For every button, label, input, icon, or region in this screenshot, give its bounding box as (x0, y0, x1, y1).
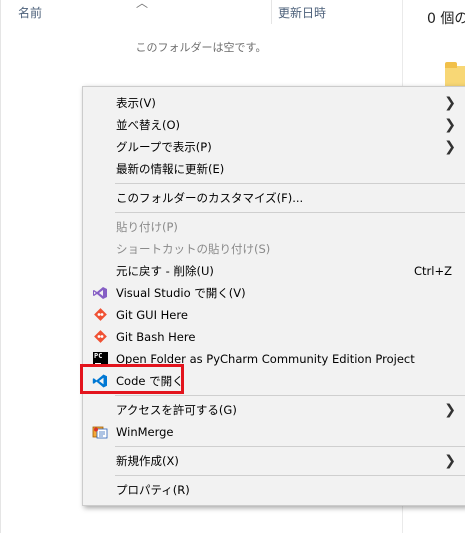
winmerge-icon (92, 426, 108, 439)
window-edge (0, 0, 1, 533)
menu-item-label: ショートカットの貼り付け(S) (116, 242, 271, 256)
menu-separator (115, 446, 465, 447)
menu-item-give-access[interactable]: アクセスを許可する(G) ❯ (83, 399, 465, 421)
visual-studio-icon (93, 287, 107, 299)
menu-separator (115, 395, 465, 396)
chevron-right-icon: ❯ (444, 139, 456, 155)
context-menu: 表示(V) ❯ 並べ替え(O) ❯ グループで表示(P) ❯ 最新の情報に更新(… (82, 86, 465, 506)
column-divider[interactable] (271, 0, 272, 24)
menu-item-git-bash[interactable]: Git Bash Here (83, 326, 465, 348)
menu-item-label: Visual Studio で開く(V) (116, 286, 246, 300)
menu-item-properties[interactable]: プロパティ(R) (83, 479, 465, 501)
menu-item-customize-folder[interactable]: このフォルダーのカスタマイズ(F)... (83, 187, 465, 209)
column-date-header[interactable]: 更新日時 (278, 4, 326, 21)
menu-item-new[interactable]: 新規作成(X) ❯ (83, 450, 465, 472)
menu-item-label: このフォルダーのカスタマイズ(F)... (116, 191, 304, 205)
menu-item-label: WinMerge (116, 425, 174, 439)
chevron-right-icon: ❯ (444, 402, 456, 418)
folder-icon (445, 62, 465, 88)
menu-item-view[interactable]: 表示(V) ❯ (83, 92, 465, 114)
menu-separator (115, 475, 465, 476)
sort-arrow-icon: ︿ (136, 0, 149, 10)
empty-folder-message: このフォルダーは空です。 (135, 41, 267, 54)
menu-item-label: プロパティ(R) (116, 483, 190, 497)
menu-item-label: 元に戻す - 削除(U) (116, 264, 214, 278)
git-icon (94, 330, 107, 343)
menu-item-paste[interactable]: 貼り付け(P) (83, 216, 465, 238)
column-name-header[interactable]: 名前 (18, 4, 42, 21)
chevron-right-icon: ❯ (444, 95, 456, 111)
menu-item-winmerge[interactable]: WinMerge (83, 421, 465, 443)
menu-item-paste-shortcut[interactable]: ショートカットの貼り付け(S) (83, 238, 465, 260)
menu-item-undo-delete[interactable]: 元に戻す - 削除(U) Ctrl+Z (83, 260, 465, 282)
menu-item-label: 新規作成(X) (116, 454, 179, 468)
menu-item-label: アクセスを許可する(G) (116, 403, 237, 417)
chevron-right-icon: ❯ (444, 117, 456, 133)
menu-item-label: 並べ替え(O) (116, 118, 181, 132)
menu-separator (115, 183, 465, 184)
item-count-text: 0 個の (427, 11, 465, 27)
menu-item-open-visual-studio[interactable]: Visual Studio で開く(V) (83, 282, 465, 304)
menu-item-group-by[interactable]: グループで表示(P) ❯ (83, 136, 465, 158)
chevron-right-icon: ❯ (444, 453, 456, 469)
menu-item-refresh[interactable]: 最新の情報に更新(E) (83, 158, 465, 180)
column-header: 名前 ︿ 更新日時 (0, 0, 402, 24)
menu-item-git-gui[interactable]: Git GUI Here (83, 304, 465, 326)
menu-item-label: グループで表示(P) (116, 140, 212, 154)
menu-item-sort-by[interactable]: 並べ替え(O) ❯ (83, 114, 465, 136)
menu-separator (115, 212, 465, 213)
menu-item-label: 表示(V) (116, 96, 156, 110)
git-icon (94, 308, 107, 321)
menu-item-label: Git Bash Here (116, 330, 196, 344)
menu-item-label: 貼り付け(P) (116, 220, 178, 234)
menu-item-label: 最新の情報に更新(E) (116, 162, 225, 176)
highlight-annotation (80, 364, 184, 394)
keyboard-shortcut: Ctrl+Z (414, 264, 452, 278)
menu-item-label: Git GUI Here (116, 308, 188, 322)
